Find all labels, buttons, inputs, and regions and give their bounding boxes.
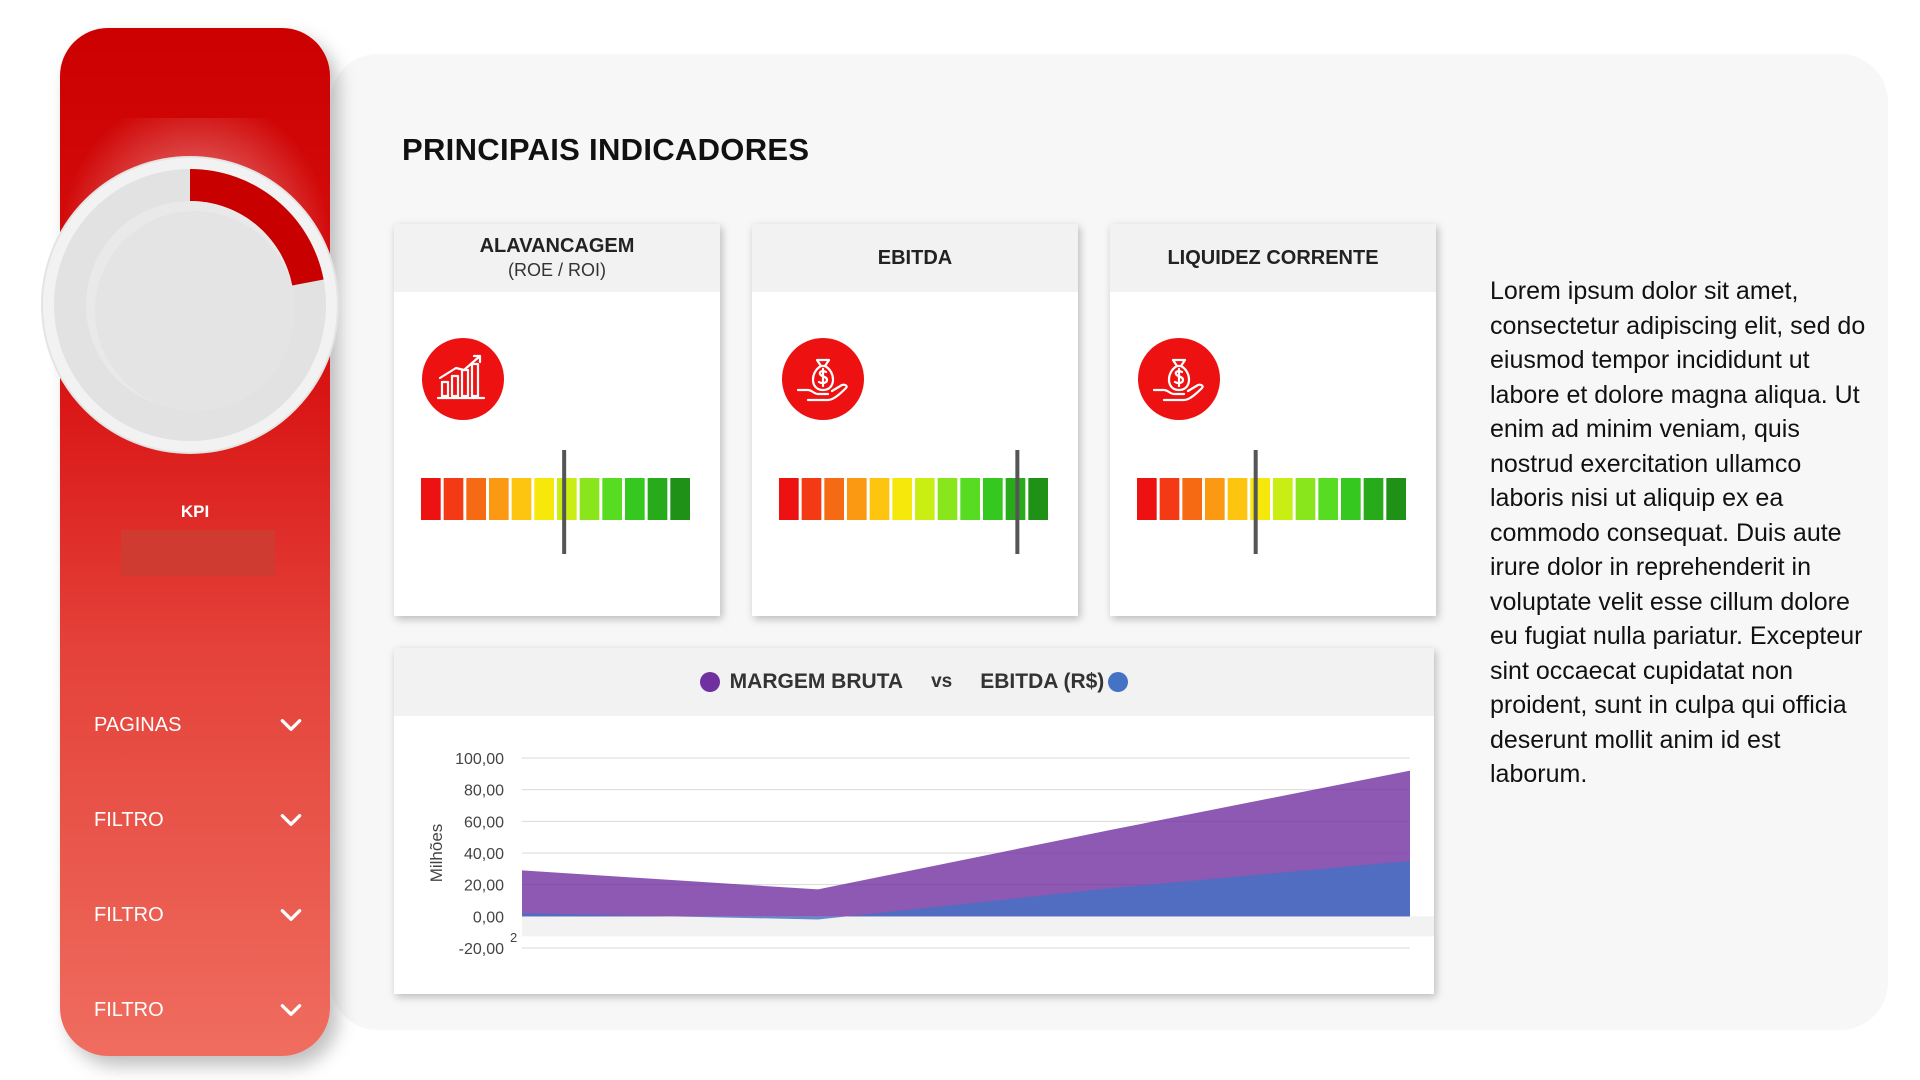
nav-item-label: FILTRO <box>94 998 164 1021</box>
kpi-value-box <box>121 530 275 576</box>
card-header: EBITDA <box>752 224 1078 292</box>
nav-item-filtro-2[interactable]: FILTRO <box>94 895 304 935</box>
card-title: EBITDA <box>877 246 953 269</box>
card-header: ALAVANCAGEM (ROE / ROI) <box>394 224 720 292</box>
nav-item-label: FILTRO <box>94 808 164 831</box>
gauge-segment <box>892 478 912 520</box>
legend-dot-margem-bruta <box>699 672 720 692</box>
y-tick-label: 100,00 <box>455 751 504 768</box>
money-bag-hand-icon <box>782 338 864 420</box>
gauge-segment <box>1227 478 1248 520</box>
kpi-card-alavancagem: ALAVANCAGEM (ROE / ROI) <box>394 224 720 616</box>
axis-band <box>522 916 1434 937</box>
gauge-segment <box>466 478 486 520</box>
gauge-segment <box>1137 478 1157 520</box>
chevron-down-icon <box>280 1004 302 1016</box>
gauge-segment <box>670 478 690 520</box>
gauge-segment <box>1341 478 1361 520</box>
card-title: LIQUIDEZ CORRENTE <box>1167 246 1379 269</box>
area-chart: 100,00 80,00 60,00 40,00 20,00 0,00 -20,00 Milh… <box>427 751 1434 958</box>
legend-label-margem-bruta: MARGEM BRUTA <box>729 670 904 693</box>
x-tick-label: 2 <box>510 930 517 945</box>
y-tick-label: -20,00 <box>459 941 504 958</box>
card-subtitle: (ROE / ROI) <box>508 260 606 280</box>
y-tick-label: 0,00 <box>473 909 504 926</box>
y-tick-label: 40,00 <box>464 846 504 863</box>
description-text: Lorem ipsum dolor sit amet, consectetur … <box>1490 277 1866 788</box>
gauge-segment <box>960 478 980 520</box>
gauge-segment <box>869 478 890 520</box>
card-title: ALAVANCAGEM <box>479 235 635 257</box>
gauge-segment <box>801 478 822 520</box>
gauge-liquidez-corrente <box>1137 450 1406 554</box>
legend-dot-ebitda <box>1108 672 1129 692</box>
kpi-label: KPI <box>180 502 210 521</box>
gauge-segment <box>489 478 509 520</box>
gauge-ebitda <box>779 450 1048 554</box>
chevron-down-icon <box>280 909 302 921</box>
gauge-segment <box>579 478 600 520</box>
y-axis-label: Milhões <box>427 824 446 883</box>
gauge-segment <box>443 478 464 520</box>
nav-item-label: FILTRO <box>94 903 164 926</box>
card-header: LIQUIDEZ CORRENTE <box>1110 224 1436 292</box>
kpi-dial <box>41 156 339 454</box>
kpi-card-liquidez-corrente: LIQUIDEZ CORRENTE <box>1110 224 1436 616</box>
y-tick-label: 60,00 <box>464 814 504 831</box>
gauge-segment <box>534 478 554 520</box>
gauge-segment <box>824 478 844 520</box>
gauge-segment <box>1273 478 1293 520</box>
gauge-segment <box>602 478 622 520</box>
money-bag-hand-icon <box>1138 338 1220 420</box>
gauge-alavancagem <box>421 450 690 554</box>
nav-item-label: PAGINAS <box>94 713 182 736</box>
gauge-segment <box>1182 478 1202 520</box>
gauge-segment <box>937 478 958 520</box>
y-tick-label: 20,00 <box>464 878 504 895</box>
nav-item-filtro-3[interactable]: FILTRO <box>94 990 304 1030</box>
gauge-segment <box>647 478 668 520</box>
chart-legend: MARGEM BRUTA vs EBITDA (R$) <box>394 648 1434 716</box>
chevron-down-icon <box>280 719 302 731</box>
gauge-segment <box>557 478 577 520</box>
nav-item-paginas[interactable]: PAGINAS <box>94 705 304 745</box>
y-tick-label: 80,00 <box>464 783 504 800</box>
gauge-segment <box>421 478 441 520</box>
legend-vs: vs <box>931 671 953 692</box>
gauge-segment <box>1205 478 1225 520</box>
gauge-segment <box>511 478 532 520</box>
page-title: PRINCIPAIS INDICADORES <box>402 132 810 167</box>
gauge-segment <box>1386 478 1406 520</box>
gauge-segment <box>779 478 799 520</box>
growth-chart-icon <box>422 338 504 420</box>
legend-label-ebitda: EBITDA (R$) <box>980 670 1105 693</box>
gauge-segment <box>983 478 1003 520</box>
gauge-segment <box>915 478 935 520</box>
gauge-segment <box>847 478 867 520</box>
kpi-card-ebitda: EBITDA <box>752 224 1078 616</box>
chart-card: MARGEM BRUTA vs EBITDA (R$) 100,00 80,00 6… <box>394 648 1434 994</box>
chevron-down-icon <box>280 814 302 826</box>
gauge-segment <box>1159 478 1180 520</box>
gauge-segment <box>1295 478 1316 520</box>
gauge-segment <box>1028 478 1048 520</box>
nav-item-filtro-1[interactable]: FILTRO <box>94 800 304 840</box>
gauge-segment <box>1250 478 1270 520</box>
gauge-segment <box>1363 478 1384 520</box>
gauge-segment <box>1318 478 1338 520</box>
gauge-segment <box>625 478 645 520</box>
